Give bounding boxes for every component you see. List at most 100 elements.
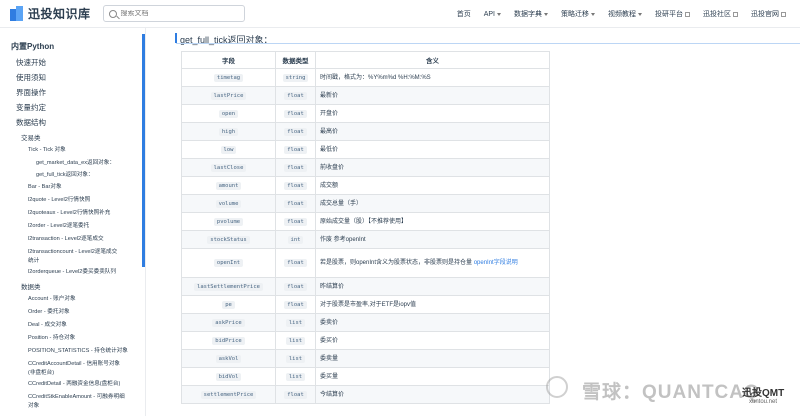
field-type: float xyxy=(284,259,307,267)
cell-meaning: 成交总量（手） xyxy=(315,194,550,213)
field-type: list xyxy=(285,354,306,363)
nav-link[interactable]: 数据字典 xyxy=(514,9,548,19)
sidebar-item-label: Order - 委托对象 xyxy=(28,309,70,315)
column-header-field: 字段 xyxy=(181,51,276,69)
sidebar-item[interactable]: Tick - Tick 对象 xyxy=(28,146,66,155)
cell-meaning: 委卖量 xyxy=(315,349,550,368)
openint-doc-link[interactable]: openInt字段说明 xyxy=(474,260,518,266)
cell-field: pvolume xyxy=(181,212,276,231)
cell-field: high xyxy=(181,122,276,141)
field-name: low xyxy=(220,145,237,154)
field-description: 最低价 xyxy=(320,146,339,153)
nav-link[interactable]: 迅投官网 xyxy=(751,9,786,19)
sidebar-item[interactable]: 快速开始 xyxy=(16,57,46,68)
sidebar-item-label: CCreditDetail - 两融资金信息(盘柜台) xyxy=(28,381,121,387)
watermark-logo-icon xyxy=(546,376,568,398)
sidebar-item-label: CCreditStkEnableAmount - 可融券明细 xyxy=(28,394,125,400)
cell-meaning: 委卖价 xyxy=(315,313,550,332)
search-icon xyxy=(108,9,117,18)
sidebar-item[interactable]: l2quoteaux - Level2行情快照补充 xyxy=(28,209,110,218)
search-box[interactable] xyxy=(102,5,245,22)
sidebar-item-label: 变量约定 xyxy=(16,103,46,112)
top-navbar: 迅投知识库 首页 API 数据字典 策略迁移 视频教程 投研平台 迅投社区 迅投官网 xyxy=(0,0,800,28)
table-row: low float 最低价 xyxy=(181,140,550,159)
cell-meaning: 委买价 xyxy=(315,331,550,350)
cell-field: pe xyxy=(181,295,276,314)
site-logo[interactable]: 迅投知识库 xyxy=(10,5,91,22)
nav-link[interactable]: 首页 xyxy=(457,9,471,19)
sidebar-item[interactable]: CCreditAccountDetail - 信用账号对象 (非盘柜台) xyxy=(28,360,120,377)
sidebar-item[interactable]: get_market_data_ex返回对象： xyxy=(36,158,115,166)
sidebar-item[interactable]: CCreditDetail - 两融资金信息(盘柜台) xyxy=(28,380,120,389)
field-type: string xyxy=(282,73,309,82)
nav-link[interactable]: 迅投社区 xyxy=(703,9,738,19)
sidebar-item[interactable]: 数据类 xyxy=(21,281,41,291)
cell-type: list xyxy=(275,367,316,386)
sidebar-item-label-line2: 统计 xyxy=(28,257,40,264)
sidebar-item-label: l2orderqueue - Level2委买委卖队列 xyxy=(28,269,116,275)
cell-field: askPrice xyxy=(181,313,276,332)
sidebar-item[interactable]: get_full_tick返回对象： xyxy=(36,170,94,178)
field-name: askPrice xyxy=(212,318,245,327)
sidebar-item[interactable]: l2order - Level2逐笔委托 xyxy=(28,222,89,231)
field-description: 最高价 xyxy=(320,128,339,135)
field-description: 成交总量（手） xyxy=(320,200,363,207)
sidebar-title[interactable]: 内置Python xyxy=(11,41,54,52)
sidebar-item[interactable]: Account - 账户对象 xyxy=(28,295,76,304)
cell-type: float xyxy=(275,277,316,296)
field-name: openInt xyxy=(213,259,244,267)
nav-link[interactable]: 投研平台 xyxy=(655,9,690,19)
sidebar-item[interactable]: 界面操作 xyxy=(16,87,46,98)
sidebar-item-label: l2transactioncount - Level2逐笔成交 xyxy=(28,249,118,255)
search-input[interactable] xyxy=(120,10,231,17)
cell-meaning: 委买量 xyxy=(315,367,550,386)
cell-type: float xyxy=(275,176,316,195)
sidebar-item-label-line2: 对象 xyxy=(28,402,40,409)
sidebar-item[interactable]: l2quote - Level2行情快照 xyxy=(28,196,90,205)
table-row: pvolume float 原始成交量（股）【不推荐使用】 xyxy=(181,212,550,231)
field-description: 作废 参考openInt xyxy=(320,236,366,243)
sidebar-item[interactable]: l2transaction - Level2逐笔成交 xyxy=(28,235,104,244)
cell-type: float xyxy=(275,140,316,159)
nav-link[interactable]: API xyxy=(484,11,501,18)
table-row: askPrice list 委卖价 xyxy=(181,313,550,332)
sidebar-item[interactable]: Bar - Bar对象 xyxy=(28,183,62,192)
logo-text: 迅投知识库 xyxy=(28,7,91,21)
sidebar-item[interactable]: l2orderqueue - Level2委买委卖队列 xyxy=(28,268,116,277)
sidebar-item[interactable]: POSITION_STATISTICS - 持仓统计对象 xyxy=(28,347,128,356)
field-name: high xyxy=(218,127,239,136)
heading-underline xyxy=(176,43,800,44)
watermark-brand: 迅投QMT xyxy=(742,388,785,399)
heading-marker xyxy=(175,33,177,43)
sidebar-item[interactable]: Position - 持仓对象 xyxy=(28,334,75,343)
field-name: stockStatus xyxy=(207,235,250,244)
table-row: bidPrice list 委买价 xyxy=(181,331,550,350)
field-description: 成交额 xyxy=(320,182,339,189)
nav-link[interactable]: 策略迁移 xyxy=(561,9,595,19)
sidebar-item[interactable]: CCreditStkEnableAmount - 可融券明细 对象 xyxy=(28,393,125,410)
sidebar-item-label: l2quoteaux - Level2行情快照补充 xyxy=(28,210,111,216)
cell-meaning: 时间戳，格式为：%Y%m%d %H:%M:%S xyxy=(315,68,550,87)
nav-link-label: 数据字典 xyxy=(514,11,542,18)
field-type: float xyxy=(284,109,307,118)
cell-field: timetag xyxy=(181,68,276,87)
sidebar-item[interactable]: 使用须知 xyxy=(16,72,46,83)
sidebar-item[interactable]: 数据结构 xyxy=(16,117,46,128)
cell-type: float xyxy=(275,194,316,213)
table-header-row: 字段 数据类型 含义 xyxy=(181,51,550,69)
sidebar-item-label: 使用须知 xyxy=(16,73,46,82)
cell-meaning: 原始成交量（股）【不推荐使用】 xyxy=(315,212,550,231)
sidebar-item[interactable]: 变量约定 xyxy=(16,102,46,113)
nav-link-label: 策略迁移 xyxy=(561,11,589,18)
logo-icon xyxy=(10,6,23,21)
sidebar-item[interactable]: Order - 委托对象 xyxy=(28,308,70,317)
external-link-icon xyxy=(733,11,738,17)
sidebar-item[interactable]: l2transactioncount - Level2逐笔成交 统计 xyxy=(28,248,117,265)
sidebar-item[interactable]: 交易类 xyxy=(21,132,41,142)
sidebar-scrollbar[interactable] xyxy=(142,34,145,267)
sidebar-item[interactable]: Deal - 成交对象 xyxy=(28,321,67,330)
nav-link[interactable]: 视频教程 xyxy=(608,9,642,19)
sidebar-item-label: 数据类 xyxy=(21,284,41,291)
field-name: pvolume xyxy=(213,217,244,226)
sidebar-item-label: Tick - Tick 对象 xyxy=(28,147,66,153)
